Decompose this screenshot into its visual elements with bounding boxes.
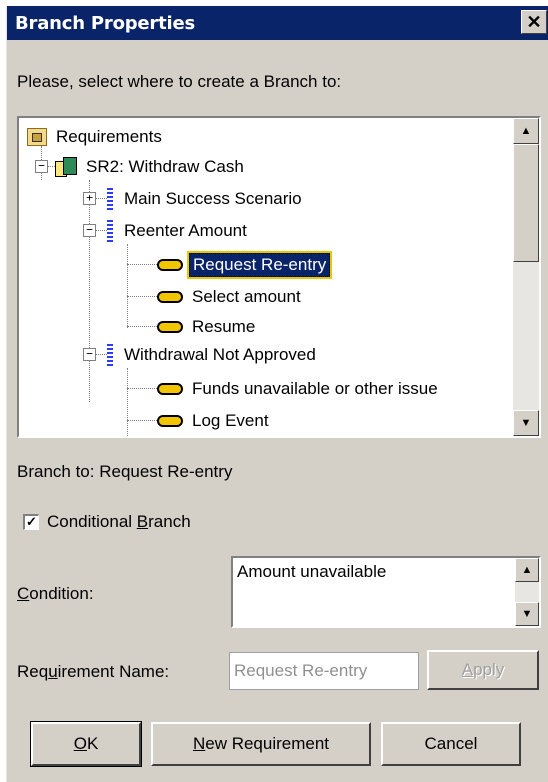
ok-button[interactable]: OK bbox=[30, 721, 142, 767]
arrow-up-icon: ▲ bbox=[521, 564, 533, 576]
tree-node-sr2[interactable]: SR2: Withdraw Cash bbox=[55, 152, 247, 182]
conditional-branch-option[interactable]: ✓ Conditional Branch bbox=[23, 512, 191, 532]
tree-connector bbox=[127, 368, 128, 436]
tree-connector bbox=[89, 180, 90, 402]
step-icon bbox=[157, 383, 183, 395]
tree-node-label: Funds unavailable or other issue bbox=[192, 379, 438, 398]
tree-node-resume[interactable]: Resume bbox=[157, 312, 258, 342]
title-bar: Branch Properties ✕ bbox=[7, 6, 548, 40]
tree-node-funds-unavailable[interactable]: Funds unavailable or other issue bbox=[157, 374, 441, 404]
scroll-thumb[interactable] bbox=[513, 144, 539, 262]
scroll-up-button[interactable]: ▲ bbox=[515, 558, 539, 582]
apply-button[interactable]: Apply bbox=[427, 650, 539, 690]
close-icon: ✕ bbox=[526, 11, 542, 32]
scroll-up-button[interactable]: ▲ bbox=[513, 118, 539, 144]
expand-toggle[interactable]: + bbox=[83, 192, 96, 205]
collapse-toggle[interactable]: − bbox=[83, 224, 96, 237]
requirement-name-input[interactable] bbox=[229, 652, 419, 690]
tree-connector bbox=[127, 420, 157, 421]
scroll-down-button[interactable]: ▼ bbox=[513, 410, 539, 436]
tree-node-withdrawal-not-approved[interactable]: Withdrawal Not Approved bbox=[103, 340, 319, 370]
tree-node-label: Requirements bbox=[56, 127, 162, 146]
tree-node-requirements[interactable]: Requirements bbox=[27, 122, 165, 152]
cancel-button[interactable]: Cancel bbox=[381, 722, 521, 766]
tree-node-request-reentry[interactable]: Request Re-entry bbox=[157, 250, 333, 280]
close-button[interactable]: ✕ bbox=[521, 10, 547, 34]
requirements-tree[interactable]: − + − − Requirements SR2: Withdraw Cash … bbox=[17, 116, 541, 438]
tree-connector bbox=[127, 264, 157, 265]
tree-node-select-amount[interactable]: Select amount bbox=[157, 282, 304, 312]
tree-connector bbox=[127, 296, 157, 297]
tree-node-label: Resume bbox=[192, 317, 256, 336]
conditional-branch-checkbox[interactable]: ✓ bbox=[23, 514, 39, 530]
window-title: Branch Properties bbox=[15, 12, 196, 34]
collapse-toggle[interactable]: − bbox=[35, 160, 48, 173]
tree-node-label: SR2: Withdraw Cash bbox=[86, 157, 244, 176]
tree-node-label: Withdrawal Not Approved bbox=[124, 345, 316, 364]
tree-node-main-success[interactable]: Main Success Scenario bbox=[103, 184, 305, 214]
tree-node-log-event[interactable]: Log Event bbox=[157, 406, 272, 436]
tree-node-label: Main Success Scenario bbox=[124, 189, 302, 208]
branch-to-label: Branch to: Request Re-entry bbox=[17, 462, 233, 481]
branch-properties-dialog: Branch Properties ✕ Please, select where… bbox=[6, 6, 548, 782]
tree-viewport: − + − − Requirements SR2: Withdraw Cash … bbox=[19, 118, 513, 436]
tree-connector bbox=[127, 326, 157, 327]
tree-node-reenter-amount[interactable]: Reenter Amount bbox=[103, 216, 250, 246]
condition-textarea[interactable]: Amount unavailable ▲ ▼ bbox=[231, 556, 541, 628]
scenario-icon bbox=[107, 188, 113, 210]
instruction-text: Please, select where to create a Branch … bbox=[17, 72, 342, 91]
condition-value: Amount unavailable bbox=[237, 562, 387, 581]
requirement-icon bbox=[55, 157, 77, 177]
scenario-icon bbox=[107, 344, 113, 366]
step-icon bbox=[157, 415, 183, 427]
step-icon bbox=[157, 259, 183, 271]
step-icon bbox=[157, 291, 183, 303]
arrow-down-icon: ▼ bbox=[521, 608, 533, 620]
scroll-down-button[interactable]: ▼ bbox=[515, 602, 539, 626]
new-requirement-button[interactable]: New Requirement bbox=[151, 722, 371, 766]
folder-icon bbox=[27, 128, 47, 146]
condition-label: Condition: bbox=[17, 584, 94, 603]
scenario-icon bbox=[107, 220, 113, 242]
tree-node-label: Reenter Amount bbox=[124, 221, 247, 240]
tree-node-label-selected: Request Re-entry bbox=[186, 251, 333, 279]
arrow-down-icon: ▼ bbox=[520, 417, 532, 429]
tree-node-label: Select amount bbox=[192, 287, 301, 306]
step-icon bbox=[157, 321, 183, 333]
tree-node-label: Log Event bbox=[192, 411, 269, 430]
collapse-toggle[interactable]: − bbox=[83, 348, 96, 361]
requirement-name-label: Requirement Name: bbox=[17, 662, 170, 681]
tree-scrollbar[interactable]: ▲ ▼ bbox=[513, 118, 539, 436]
tree-connector bbox=[127, 388, 157, 389]
arrow-up-icon: ▲ bbox=[520, 125, 532, 137]
tree-connector bbox=[127, 244, 128, 328]
conditional-branch-label: Conditional Branch bbox=[47, 512, 191, 531]
condition-scrollbar[interactable]: ▲ ▼ bbox=[515, 558, 539, 626]
